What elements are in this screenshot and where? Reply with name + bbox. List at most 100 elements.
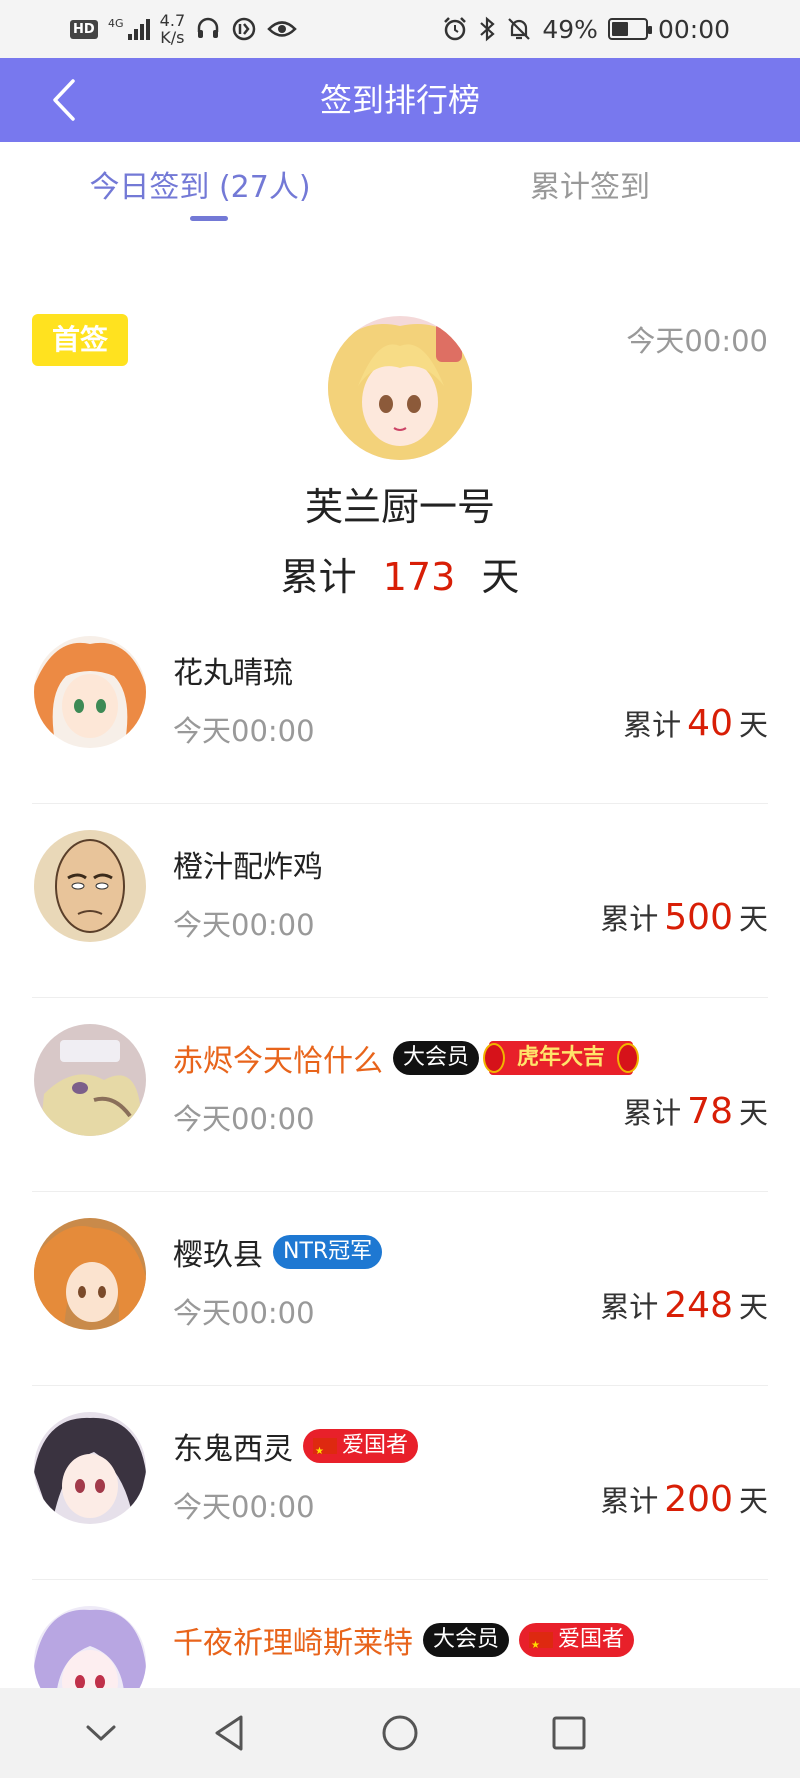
lantern-icon (617, 1043, 640, 1073)
silent-bell-icon (506, 16, 532, 42)
checkin-time: 今天00:00 (173, 714, 315, 748)
avatar[interactable] (34, 1024, 146, 1136)
user-name[interactable]: 花丸晴琉 (173, 648, 293, 692)
user-name[interactable]: 千夜祈理崎斯莱特 (173, 1618, 413, 1662)
name-line: 千夜祈理崎斯莱特 大会员 爱国者 (173, 1618, 635, 1663)
status-left: HD 4G 4.7 K/s (70, 0, 297, 58)
signal-icon: 4G (108, 16, 150, 42)
vip-badge: 大会员 (393, 1041, 480, 1075)
total-prefix: 累计 (623, 708, 682, 742)
avatar[interactable] (34, 1218, 146, 1330)
home-circle-icon[interactable] (377, 1710, 423, 1756)
alarm-icon (442, 16, 468, 42)
speed-value: 4.7 (159, 11, 186, 30)
total-days: 累计 500 天 (600, 896, 768, 938)
tab-bar: 今日签到 (27人) 累计签到 (0, 142, 800, 232)
name-line: 东鬼西灵 爱国者 (173, 1424, 419, 1469)
system-nav-bar (0, 1688, 800, 1778)
days-count: 40 (687, 703, 733, 744)
days-count: 248 (664, 1285, 733, 1326)
total-days: 累计 173 天 (0, 546, 800, 601)
name-line: 樱玖县 NTR冠军 (173, 1230, 383, 1274)
vip-badge: 大会员 (423, 1623, 510, 1657)
checkin-time: 今天00:00 (173, 1102, 315, 1136)
avatar[interactable] (34, 830, 146, 942)
avatar[interactable] (34, 1412, 146, 1524)
patriot-badge: 爱国者 (303, 1429, 419, 1469)
patriot-label: 爱国者 (342, 1433, 409, 1458)
speed-unit: K/s (160, 28, 185, 47)
total-days: 累计 40 天 (623, 702, 768, 744)
checkin-time: 今天00:00 (173, 1490, 315, 1524)
total-suffix: 天 (481, 555, 520, 599)
data-saver-icon (231, 16, 257, 42)
total-suffix: 天 (738, 902, 768, 936)
checkin-time: 今天00:00 (173, 1296, 315, 1330)
chevron-down-icon[interactable] (78, 1710, 124, 1756)
total-suffix: 天 (738, 1096, 768, 1130)
title-bar: 签到排行榜 (0, 58, 800, 142)
bluetooth-icon (478, 16, 496, 42)
total-prefix: 累计 (600, 902, 659, 936)
lantern-icon (483, 1043, 506, 1073)
battery-percent: 49% (542, 14, 598, 44)
patriot-label: 爱国者 (558, 1627, 625, 1652)
total-suffix: 天 (738, 708, 768, 742)
list-item[interactable]: 东鬼西灵 爱国者 今天00:00 累计200天 (0, 1386, 800, 1580)
total-suffix: 天 (738, 1290, 768, 1324)
checkin-time: 今天00:00 (626, 324, 768, 358)
total-prefix: 累计 (623, 1096, 682, 1130)
battery-fill (611, 22, 628, 36)
hd-badge: HD (70, 19, 98, 39)
total-suffix: 天 (738, 1484, 768, 1518)
list-item[interactable]: 橙汁配炸鸡 今天00:00 累计 500 天 (0, 804, 800, 998)
user-name[interactable]: 东鬼西灵 (173, 1424, 293, 1468)
days-count: 173 (382, 555, 456, 599)
checkin-time: 今天00:00 (173, 908, 315, 942)
chevron-left-icon (53, 79, 75, 121)
tab-total-checkin[interactable]: 累计签到 (390, 162, 790, 206)
total-days: 累计 248 天 (600, 1284, 768, 1326)
list-item[interactable]: 樱玖县 NTR冠军 今天00:00 累计 248 天 (0, 1192, 800, 1386)
list-item[interactable]: 赤烬今天恰什么 大会员 虎年大吉 今天00:00 累计 78 天 (0, 998, 800, 1192)
days-count: 200 (664, 1479, 733, 1520)
tab-indicator (190, 216, 228, 221)
user-name[interactable]: 樱玖县 (173, 1230, 263, 1274)
avatar[interactable] (34, 636, 146, 748)
total-days: 累计 200 天 (600, 1478, 768, 1520)
user-name[interactable]: 赤烬今天恰什么 (173, 1036, 383, 1080)
battery-icon (607, 18, 652, 40)
page-title: 签到排行榜 (319, 81, 480, 119)
days-count: 500 (664, 897, 733, 938)
eye-icon (267, 16, 297, 42)
user-name[interactable]: 橙汁配炸鸡 (173, 842, 323, 886)
ntr-champion-badge: NTR冠军 (273, 1235, 383, 1269)
back-triangle-icon[interactable] (206, 1710, 252, 1756)
total-prefix: 累计 (600, 1290, 659, 1324)
days-count: 78 (687, 1091, 733, 1132)
clock: 00:00 (657, 14, 730, 44)
back-button[interactable] (36, 72, 92, 128)
tiger-year-label: 虎年大吉 (517, 1045, 606, 1070)
network-speed: 4.7 K/s (160, 12, 185, 46)
total-days: 累计 78 天 (623, 1090, 768, 1132)
status-bar: HD 4G 4.7 K/s 49% 00:00 (0, 0, 800, 58)
status-right: 49% 00:00 (442, 0, 730, 58)
checkin-list: 花丸晴琉 今天00:00 累计 40 天 橙汁配炸鸡 今天00:00 累计 500 天 … (0, 610, 800, 1774)
recents-square-icon[interactable] (546, 1710, 592, 1756)
name-line: 赤烬今天恰什么 大会员 虎年大吉 (173, 1036, 640, 1080)
china-flag-icon (313, 1435, 337, 1469)
name-line: 花丸晴琉 (173, 648, 293, 692)
total-prefix: 累计 (600, 1484, 659, 1518)
tiger-year-badge: 虎年大吉 (483, 1041, 640, 1075)
china-flag-icon (529, 1629, 554, 1663)
first-checkin-badge: 首签 (32, 314, 128, 366)
tab-today-checkin[interactable]: 今日签到 (27人) (0, 162, 400, 206)
list-item[interactable]: 花丸晴琉 今天00:00 累计 40 天 (0, 610, 800, 804)
network-type: 4G (108, 17, 124, 30)
avatar[interactable] (328, 316, 472, 460)
first-checkin-card: 首签 今天00:00 芙兰厨一号 累计 173 天 (0, 300, 800, 600)
name-line: 橙汁配炸鸡 (173, 842, 323, 886)
user-name[interactable]: 芙兰厨一号 (0, 476, 800, 531)
patriot-badge: 爱国者 (519, 1623, 635, 1663)
